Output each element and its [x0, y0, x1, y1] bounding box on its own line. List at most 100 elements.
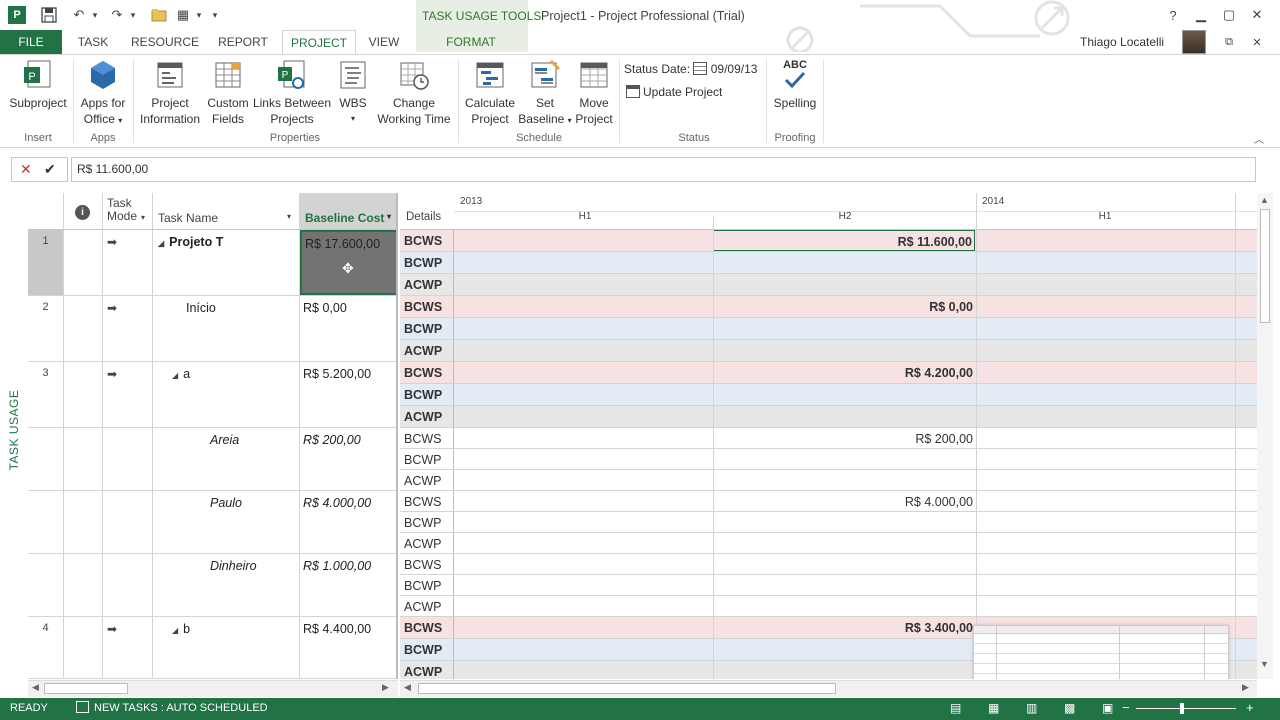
- customize-qat-icon[interactable]: ▾: [206, 6, 224, 24]
- tab-report[interactable]: REPORT: [212, 30, 274, 54]
- move-project-button[interactable]: Move Project: [572, 59, 616, 127]
- timephased-row[interactable]: BCWP: [400, 384, 1257, 406]
- tab-view[interactable]: VIEW: [362, 30, 406, 54]
- zoom-slider[interactable]: [1136, 708, 1236, 709]
- scroll-right-icon[interactable]: ▶: [382, 682, 389, 693]
- undo-dropdown-icon[interactable]: ▾: [86, 6, 104, 24]
- task-mode-cell[interactable]: ➡: [103, 230, 153, 295]
- set-baseline-button[interactable]: Set Baseline ▾: [518, 59, 572, 129]
- h2-value-cell[interactable]: [713, 470, 975, 490]
- h2-value-cell[interactable]: [713, 554, 975, 574]
- row-id[interactable]: 2: [28, 296, 64, 361]
- scroll-left-icon[interactable]: ◀: [404, 682, 411, 693]
- task-name-header[interactable]: Task Name ▾: [153, 193, 300, 230]
- task-mode-header[interactable]: Task Mode ▾: [103, 193, 153, 230]
- task-mode-cell[interactable]: [103, 491, 153, 553]
- tab-file[interactable]: FILE: [0, 30, 62, 54]
- spelling-button[interactable]: ABC Spelling: [770, 59, 820, 111]
- timescale-header[interactable]: Details 2013 2014 H1 H2 H1: [400, 193, 1257, 230]
- h2-value-cell[interactable]: [713, 639, 975, 660]
- task-name-cell[interactable]: Paulo: [153, 491, 300, 553]
- details-header[interactable]: Details: [406, 211, 441, 223]
- task-row[interactable]: Areia R$ 200,00: [28, 428, 396, 491]
- task-name-cell[interactable]: ◢ b: [153, 617, 300, 678]
- h2-value-cell[interactable]: R$ 4.200,00: [713, 362, 975, 383]
- timephased-row[interactable]: ACWP: [400, 274, 1257, 296]
- apps-for-office-button[interactable]: Apps for Office ▾: [76, 59, 130, 129]
- team-planner-view-icon[interactable]: ▥: [1026, 701, 1037, 715]
- h2-value-cell[interactable]: [713, 274, 975, 295]
- change-working-time-button[interactable]: Change Working Time: [374, 59, 454, 127]
- collapse-ribbon-icon[interactable]: ︿: [1254, 131, 1264, 146]
- timephased-row[interactable]: BCWS R$ 0,00: [400, 296, 1257, 318]
- filter-arrow-icon[interactable]: ▾: [387, 212, 391, 221]
- scroll-thumb[interactable]: [418, 683, 836, 694]
- collapse-triangle-icon[interactable]: ◢: [158, 239, 164, 248]
- status-date-control[interactable]: Status Date: 09/09/13: [624, 62, 757, 76]
- h2-value-cell[interactable]: [713, 384, 975, 405]
- select-all-corner[interactable]: [28, 193, 64, 230]
- task-mode-cell[interactable]: ➡: [103, 617, 153, 678]
- timephased-row[interactable]: BCWS R$ 200,00: [400, 428, 1257, 449]
- baseline-cost-cell[interactable]: R$ 4.000,00: [300, 491, 396, 553]
- close-icon[interactable]: ✕: [1244, 5, 1270, 25]
- row-id[interactable]: 1: [28, 230, 64, 295]
- row-id[interactable]: [28, 554, 64, 616]
- calculate-project-button[interactable]: Calculate Project: [462, 59, 518, 127]
- task-name-cell[interactable]: Início: [153, 296, 300, 361]
- avatar[interactable]: [1182, 30, 1206, 54]
- baseline-cost-cell[interactable]: R$ 0,00: [300, 296, 396, 361]
- scroll-down-icon[interactable]: ▼: [1260, 659, 1269, 669]
- h2-value-cell[interactable]: [713, 318, 975, 339]
- h2-value-cell[interactable]: [713, 449, 975, 469]
- filter-arrow-icon[interactable]: ▾: [287, 212, 291, 221]
- task-row[interactable]: 2 ➡ Início R$ 0,00: [28, 296, 396, 362]
- restore-icon[interactable]: ▢: [1216, 5, 1242, 25]
- h2-value-cell[interactable]: [713, 252, 975, 273]
- timephased-row[interactable]: BCWP: [400, 252, 1257, 274]
- baseline-cost-cell[interactable]: R$ 4.400,00: [300, 617, 396, 678]
- timephased-row[interactable]: BCWS: [400, 554, 1257, 575]
- timescale-horizontal-scrollbar[interactable]: ◀ ▶: [400, 680, 1257, 697]
- baseline-cost-cell[interactable]: R$ 17.600,00 ✥: [300, 230, 396, 295]
- links-between-projects-button[interactable]: P Links Between Projects: [252, 59, 332, 127]
- zoom-out-icon[interactable]: −: [1122, 700, 1130, 715]
- task-name-cell[interactable]: Dinheiro: [153, 554, 300, 616]
- project-information-button[interactable]: Project Information: [136, 59, 204, 127]
- task-name-cell[interactable]: ◢ a: [153, 362, 300, 427]
- timephased-row[interactable]: BCWP: [400, 575, 1257, 596]
- save-icon[interactable]: [40, 6, 58, 24]
- minimize-icon[interactable]: ▁: [1188, 5, 1214, 25]
- h2-value-cell[interactable]: [713, 512, 975, 532]
- timephased-row[interactable]: ACWP: [400, 406, 1257, 428]
- baseline-cost-header[interactable]: Baseline Cost ▾: [300, 193, 396, 230]
- task-row[interactable]: Dinheiro R$ 1.000,00: [28, 554, 396, 617]
- collapse-triangle-icon[interactable]: ◢: [172, 371, 178, 380]
- task-usage-view-icon[interactable]: ▦: [988, 701, 999, 715]
- task-mode-cell[interactable]: ➡: [103, 362, 153, 427]
- timephased-row[interactable]: BCWS R$ 4.200,00: [400, 362, 1257, 384]
- close-document-icon[interactable]: ✕: [1244, 32, 1270, 52]
- indicators-header[interactable]: i: [64, 193, 103, 230]
- row-id[interactable]: [28, 428, 64, 490]
- row-id[interactable]: 4: [28, 617, 64, 678]
- user-name[interactable]: Thiago Locatelli: [1080, 35, 1164, 49]
- task-name-cell[interactable]: Areia: [153, 428, 300, 490]
- baseline-cost-cell[interactable]: R$ 200,00: [300, 428, 396, 490]
- vertical-scrollbar[interactable]: ▲ ▼: [1257, 193, 1273, 679]
- baseline-cost-cell[interactable]: R$ 1.000,00: [300, 554, 396, 616]
- report-view-icon[interactable]: ▣: [1102, 701, 1113, 715]
- scroll-thumb[interactable]: [44, 683, 128, 694]
- h2-value-cell[interactable]: [713, 575, 975, 595]
- scroll-right-icon[interactable]: ▶: [1242, 682, 1249, 693]
- collapse-triangle-icon[interactable]: ◢: [172, 626, 178, 635]
- h2-value-cell[interactable]: [713, 406, 975, 427]
- scroll-thumb[interactable]: [1260, 209, 1270, 323]
- task-mode-cell[interactable]: [103, 428, 153, 490]
- h2-value-cell[interactable]: [713, 340, 975, 361]
- tab-task[interactable]: TASK: [70, 30, 116, 54]
- h2-value-cell[interactable]: [713, 596, 975, 616]
- scroll-left-icon[interactable]: ◀: [32, 682, 39, 693]
- tab-resource[interactable]: RESOURCE: [128, 30, 202, 54]
- row-id[interactable]: 3: [28, 362, 64, 427]
